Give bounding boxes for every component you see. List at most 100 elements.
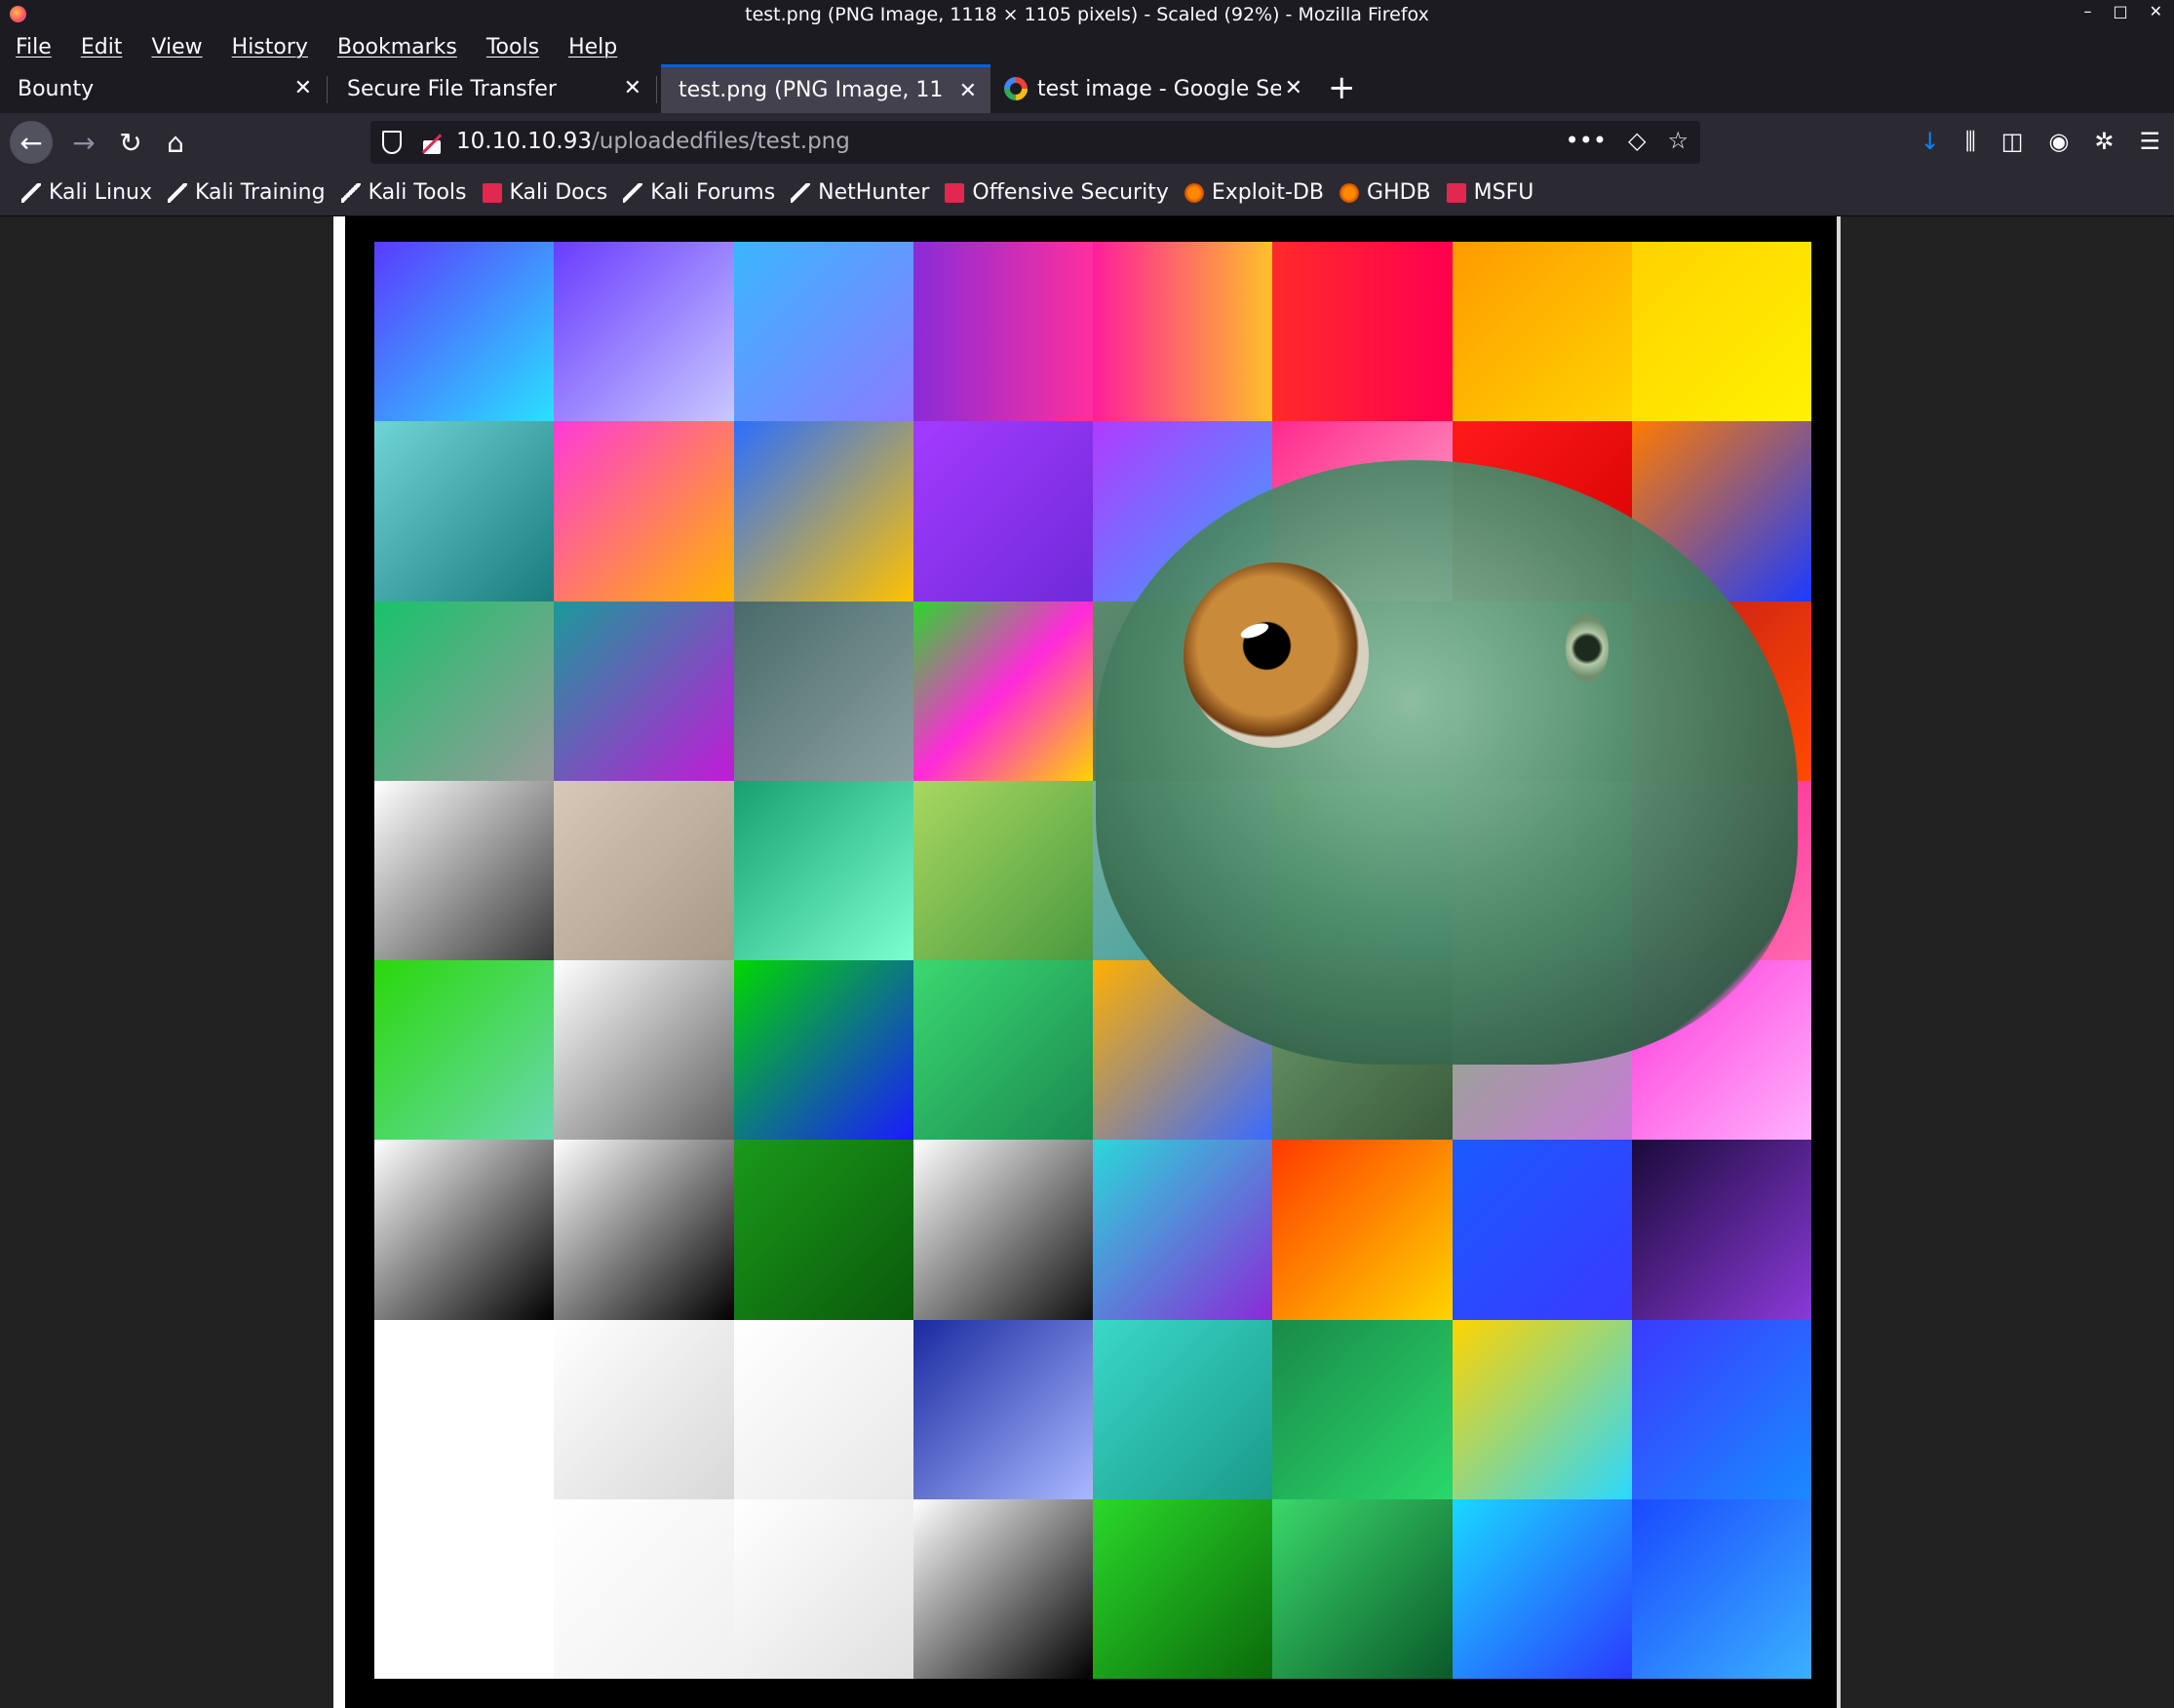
texture-tile [554, 960, 734, 1141]
bookmark-star-icon[interactable]: ☆ [1667, 127, 1689, 154]
kali-dragon-icon [791, 182, 811, 203]
extensions-icon[interactable]: ✲ [2094, 128, 2114, 155]
texture-tile [1093, 1498, 1273, 1679]
close-window-button[interactable]: ✕ [2150, 2, 2162, 20]
bookmark-label: Kali Forums [650, 180, 776, 205]
menu-bookmarks[interactable]: Bookmarks [337, 35, 457, 59]
url-bar[interactable]: 10.10.10.93/uploadedfiles/test.png ••• ◇… [370, 121, 1700, 164]
texture-tile [554, 1140, 734, 1320]
bookmark-label: Kali Docs [509, 180, 608, 205]
offsec-icon [945, 182, 965, 203]
texture-tile [1272, 242, 1453, 422]
bookmark-label: GHDB [1367, 180, 1431, 205]
url-host: 10.10.10.93 [456, 129, 592, 154]
texture-tile [912, 421, 1093, 602]
iguana-eye [1184, 563, 1369, 748]
maximize-button[interactable]: □ [2113, 2, 2127, 20]
bookmark-ghdb[interactable]: GHDB [1339, 180, 1431, 205]
texture-tile [912, 960, 1093, 1141]
bookmarks-toolbar: Kali Linux Kali Training Kali Tools Kali… [0, 170, 2174, 216]
google-favicon-icon [1004, 77, 1028, 100]
texture-tile [733, 242, 913, 422]
url-path: /uploadedfiles/test.png [592, 129, 850, 154]
tracking-protection-shield-icon[interactable] [382, 131, 402, 154]
texture-tile [1631, 1498, 1811, 1679]
page-actions-icon[interactable]: ••• [1566, 127, 1607, 154]
bookmark-label: Exploit-DB [1211, 180, 1325, 205]
insecure-lock-icon[interactable] [421, 131, 443, 154]
bookmark-kali-forums[interactable]: Kali Forums [623, 180, 775, 205]
texture-tile [554, 242, 734, 422]
tab-label: Secure File Transfer [347, 76, 557, 101]
tab-test-png[interactable]: test.png (PNG Image, 1118 × ✕ [661, 64, 990, 113]
window-titlebar: test.png (PNG Image, 1118 × 1105 pixels)… [0, 0, 2174, 29]
menu-tools[interactable]: Tools [486, 35, 539, 59]
account-icon[interactable]: ◉ [2048, 128, 2069, 155]
tab-secure-file-transfer[interactable]: Secure File Transfer ✕ [330, 64, 657, 113]
tab-bounty[interactable]: Bounty ✕ [0, 64, 328, 113]
texture-tile [912, 1140, 1093, 1320]
texture-tile [1631, 1140, 1811, 1320]
close-tab-icon[interactable]: ✕ [294, 76, 312, 100]
bookmark-kali-tools[interactable]: Kali Tools [340, 180, 467, 205]
pocket-icon[interactable]: ◇ [1628, 127, 1646, 154]
home-button[interactable]: ⌂ [154, 121, 197, 164]
bookmark-msfu[interactable]: MSFU [1446, 180, 1533, 205]
downloads-icon[interactable]: ↓ [1921, 128, 1940, 155]
bookmark-label: NetHunter [818, 180, 930, 205]
minimize-button[interactable]: – [2083, 2, 2091, 20]
displayed-image[interactable] [333, 216, 1841, 1708]
tab-google-search[interactable]: test image - Google Search ✕ [992, 64, 1316, 113]
menu-view[interactable]: View [151, 35, 202, 59]
hamburger-menu-icon[interactable]: ☰ [2139, 128, 2160, 155]
menu-history[interactable]: History [232, 35, 308, 59]
url-text[interactable]: 10.10.10.93/uploadedfiles/test.png [456, 129, 850, 154]
texture-tile [374, 780, 555, 960]
texture-tile [374, 960, 555, 1141]
sidebar-icon[interactable]: ◫ [2001, 128, 2024, 155]
texture-tile [1272, 1140, 1453, 1320]
bookmark-kali-linux[interactable]: Kali Linux [21, 180, 152, 205]
texture-tile [374, 1319, 555, 1499]
menu-edit[interactable]: Edit [81, 35, 123, 59]
texture-tile [733, 960, 913, 1141]
new-tab-button[interactable]: + [1328, 68, 1356, 107]
kali-docs-icon [482, 182, 502, 203]
texture-tile [554, 780, 734, 960]
bookmark-offensive-security[interactable]: Offensive Security [945, 180, 1169, 205]
texture-tile [554, 1498, 734, 1679]
window-title: test.png (PNG Image, 1118 × 1105 pixels)… [745, 4, 1429, 25]
texture-tile [554, 601, 734, 781]
bookmark-nethunter[interactable]: NetHunter [791, 180, 929, 205]
tab-label: test image - Google Search [1037, 76, 1281, 101]
bookmark-label: Offensive Security [972, 180, 1169, 205]
tab-label: test.png (PNG Image, 1118 × [679, 78, 942, 102]
close-tab-icon[interactable]: ✕ [959, 79, 977, 103]
firefox-logo-icon [10, 6, 26, 22]
close-tab-icon[interactable]: ✕ [624, 76, 641, 100]
texture-tile [733, 1498, 913, 1679]
close-tab-icon[interactable]: ✕ [1285, 76, 1302, 100]
kali-dragon-icon [340, 182, 361, 203]
menu-file[interactable]: File [16, 35, 52, 59]
library-icon[interactable]: ⫼ [1965, 128, 1976, 155]
texture-tile [1452, 1319, 1632, 1499]
bookmark-kali-docs[interactable]: Kali Docs [482, 180, 608, 205]
msfu-icon [1446, 182, 1466, 203]
back-button[interactable]: ← [10, 121, 53, 164]
bookmark-exploit-db[interactable]: Exploit-DB [1184, 180, 1324, 205]
texture-tile [912, 601, 1093, 781]
texture-tile [1452, 242, 1632, 422]
bookmark-kali-training[interactable]: Kali Training [168, 180, 326, 205]
bookmark-label: Kali Linux [49, 180, 153, 205]
forward-button[interactable]: → [62, 121, 105, 164]
bookmark-label: Kali Training [195, 180, 326, 205]
menu-help[interactable]: Help [568, 35, 617, 59]
texture-tile [554, 421, 734, 602]
texture-tile [1631, 1319, 1811, 1499]
texture-tile [1093, 1319, 1273, 1499]
texture-tile [1272, 1319, 1453, 1499]
texture-tile [374, 601, 555, 781]
reload-button[interactable]: ↻ [109, 121, 152, 164]
navigation-toolbar: ← → ↻ ⌂ 10.10.10.93/uploadedfiles/test.p… [0, 113, 2174, 170]
